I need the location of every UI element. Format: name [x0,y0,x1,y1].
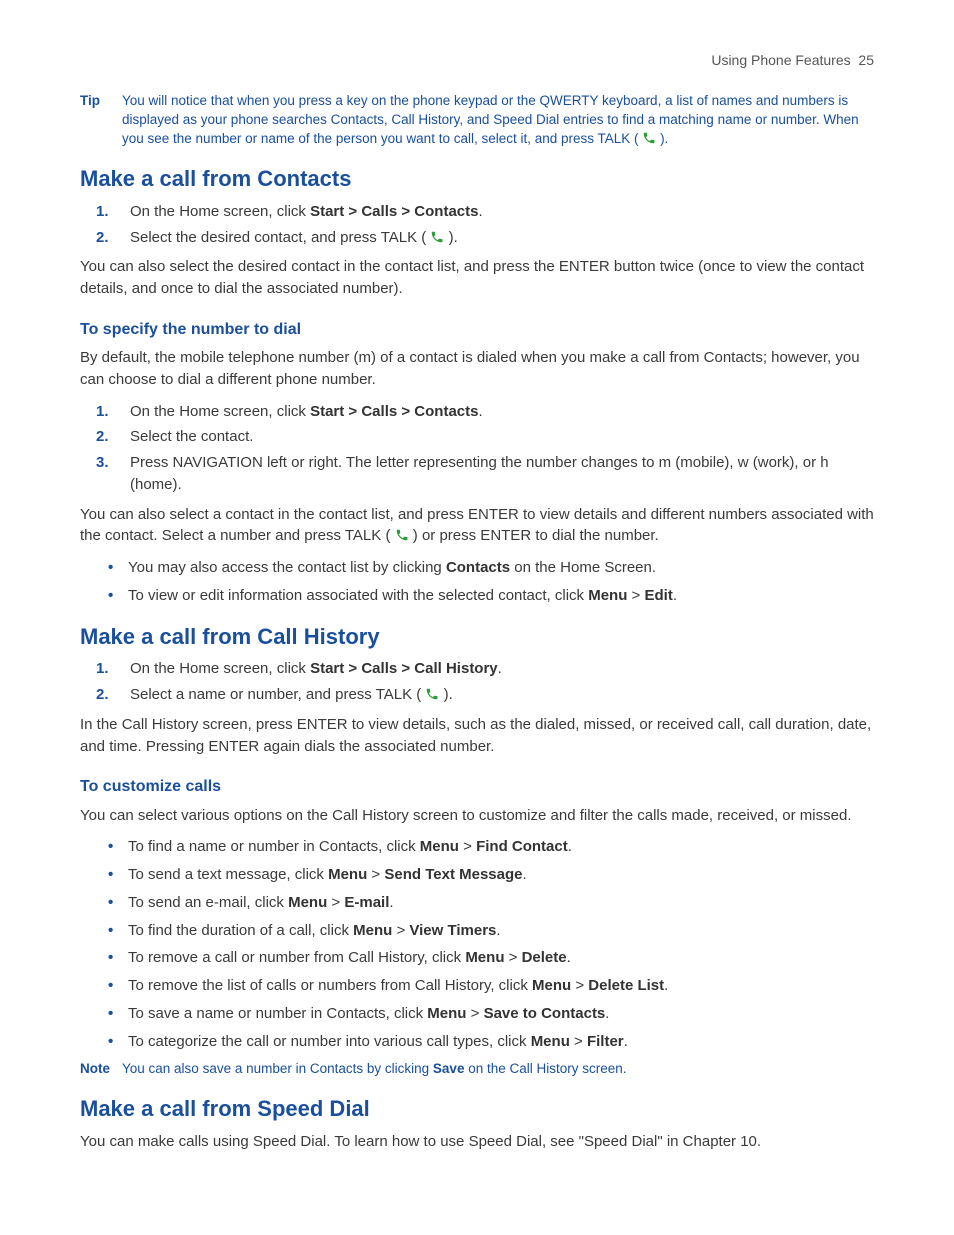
page-number: 25 [858,52,874,68]
step-item: 1. On the Home screen, click Start > Cal… [124,658,874,680]
tip-callout: Tip You will notice that when you press … [80,92,874,149]
list-item: To save a name or number in Contacts, cl… [124,1003,874,1025]
body-text: You can also select the desired contact … [80,256,874,300]
list-item: To view or edit information associated w… [124,585,874,607]
step-item: 1. On the Home screen, click Start > Cal… [124,201,874,223]
tip-label: Tip [80,92,122,149]
list-item: To remove the list of calls or numbers f… [124,975,874,997]
talk-icon [430,229,444,243]
heading-make-call-contacts: Make a call from Contacts [80,163,874,195]
note-text: You can also save a number in Contacts b… [122,1060,874,1079]
list-item: To categorize the call or number into va… [124,1031,874,1053]
note-callout: Note You can also save a number in Conta… [80,1060,874,1079]
list-item: To send an e-mail, click Menu > E-mail. [124,892,874,914]
list-item: To find the duration of a call, click Me… [124,920,874,942]
step-item: 2. Select the desired contact, and press… [124,227,874,249]
list-item: You may also access the contact list by … [124,557,874,579]
running-header: Using Phone Features 25 [80,50,874,70]
talk-icon [642,131,656,145]
manual-page: Using Phone Features 25 Tip You will not… [0,0,954,1235]
body-text: You can make calls using Speed Dial. To … [80,1131,874,1153]
talk-icon [395,527,409,541]
step-item: 2. Select a name or number, and press TA… [124,684,874,706]
body-text: You can also select a contact in the con… [80,504,874,548]
list-item: To find a name or number in Contacts, cl… [124,836,874,858]
step-item: 2. Select the contact. [124,426,874,448]
step-item: 1. On the Home screen, click Start > Cal… [124,401,874,423]
bullet-list: You may also access the contact list by … [80,557,874,607]
steps-history: 1. On the Home screen, click Start > Cal… [80,658,874,706]
section-name: Using Phone Features [711,52,850,68]
step-item: 3. Press NAVIGATION left or right. The l… [124,452,874,496]
subheading-specify-number: To specify the number to dial [80,318,874,341]
body-text: By default, the mobile telephone number … [80,347,874,391]
note-label: Note [80,1060,122,1079]
tip-text: You will notice that when you press a ke… [122,92,874,149]
body-text: In the Call History screen, press ENTER … [80,714,874,758]
list-item: To remove a call or number from Call His… [124,947,874,969]
steps-specify: 1. On the Home screen, click Start > Cal… [80,401,874,496]
subheading-customize-calls: To customize calls [80,775,874,798]
heading-make-call-history: Make a call from Call History [80,621,874,653]
heading-make-call-speeddial: Make a call from Speed Dial [80,1093,874,1125]
talk-icon [425,686,439,700]
body-text: You can select various options on the Ca… [80,805,874,827]
steps-contacts: 1. On the Home screen, click Start > Cal… [80,201,874,249]
bullet-list: To find a name or number in Contacts, cl… [80,836,874,1052]
list-item: To send a text message, click Menu > Sen… [124,864,874,886]
